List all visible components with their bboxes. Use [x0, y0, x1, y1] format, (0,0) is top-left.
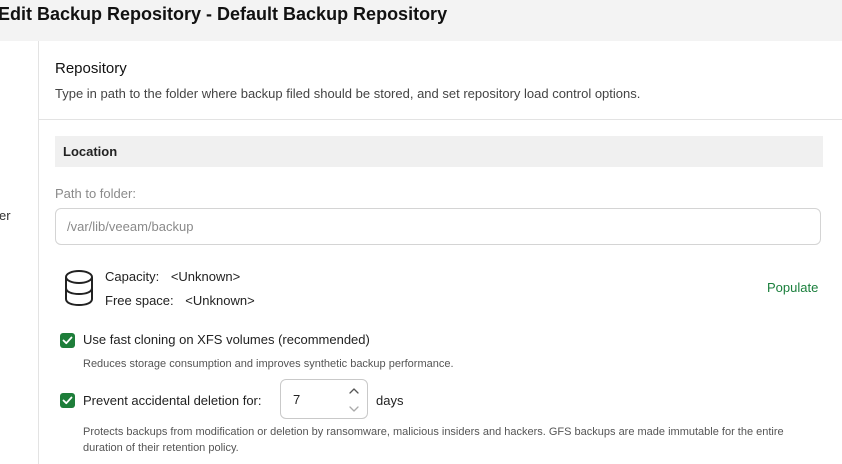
checkmark-icon: [62, 336, 73, 345]
prevent-deletion-label[interactable]: Prevent accidental deletion for:: [83, 393, 262, 408]
populate-link[interactable]: Populate: [767, 280, 818, 295]
chevron-up-icon[interactable]: [347, 386, 361, 396]
step-header: Repository Type in path to the folder wh…: [39, 41, 842, 120]
wizard-steps-pane: er: [0, 41, 39, 464]
deletion-days-unit: days: [376, 393, 404, 408]
capacity-value: <Unknown>: [170, 269, 241, 284]
fast-cloning-checkbox[interactable]: [60, 333, 75, 348]
step-description: Type in path to the folder where backup …: [55, 86, 641, 101]
free-space-row: Free space: <Unknown>: [105, 293, 255, 308]
fast-cloning-label[interactable]: Use fast cloning on XFS volumes (recomme…: [83, 332, 370, 347]
prevent-deletion-help: Protects backups from modification or de…: [83, 426, 784, 454]
wizard-step-label[interactable]: er: [0, 208, 11, 223]
deletion-days-stepper[interactable]: 7: [280, 379, 368, 419]
chevron-down-icon[interactable]: [347, 404, 361, 414]
capacity-row: Capacity: <Unknown>: [105, 269, 240, 284]
checkmark-icon: [62, 396, 73, 405]
deletion-days-value: 7: [293, 392, 301, 407]
path-to-folder-input[interactable]: [55, 208, 821, 245]
free-space-value: <Unknown>: [185, 293, 255, 308]
database-icon: [65, 270, 93, 307]
capacity-label: Capacity:: [105, 269, 160, 284]
window-title: Edit Backup Repository - Default Backup …: [0, 4, 448, 24]
step-title: Repository: [55, 60, 127, 77]
location-section-header: Location: [55, 136, 823, 167]
window-titlebar: Edit Backup Repository - Default Backup …: [0, 0, 842, 41]
location-section-label: Location: [63, 144, 118, 159]
prevent-deletion-checkbox[interactable]: [60, 393, 75, 408]
path-field-label: Path to folder:: [55, 186, 136, 201]
fast-cloning-help: Reduces storage consumption and improves…: [83, 358, 454, 370]
free-space-label: Free space:: [105, 293, 174, 308]
wizard-content: Repository Type in path to the folder wh…: [39, 41, 842, 464]
